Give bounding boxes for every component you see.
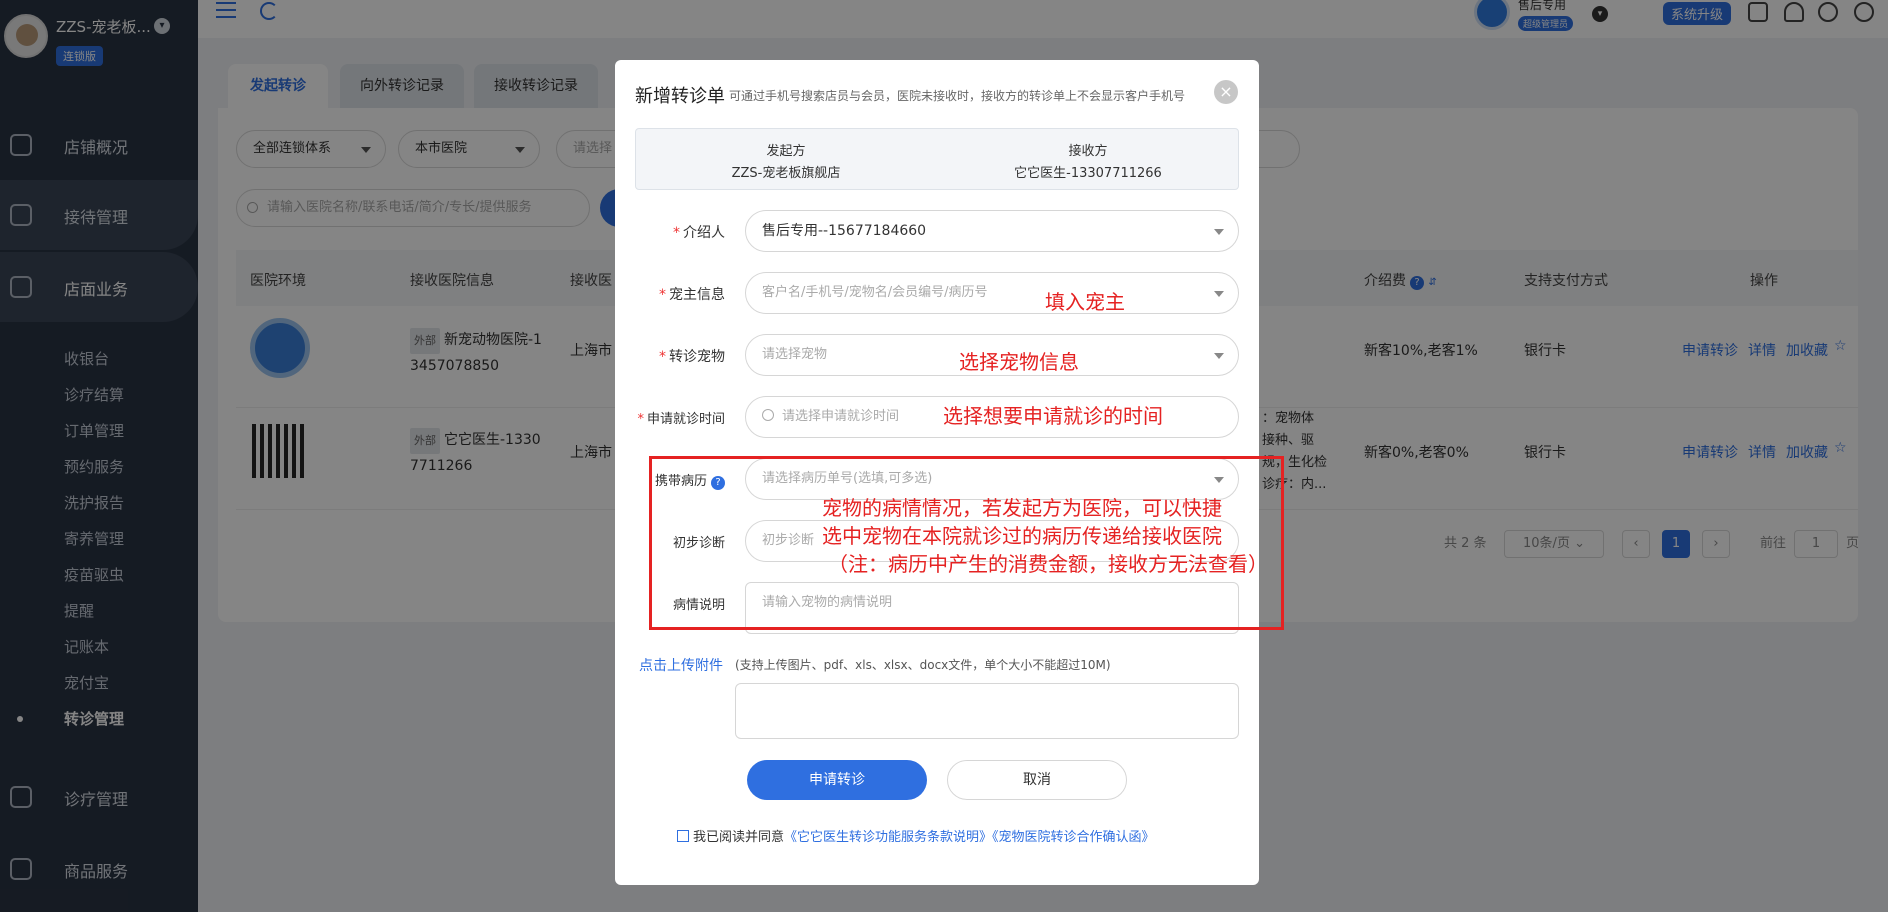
referrer-value: 售后专用--15677184660 <box>762 223 927 239</box>
annotation-line: 宠物的病情情况，若发起方为医院，可以快捷 <box>822 496 1222 520</box>
initiator-value: ZZS-宠老板旗舰店 <box>731 166 841 181</box>
upload-hint: (支持上传图片、pdf、xls、xlsx、docx文件，单个大小不能超过10M) <box>735 658 1111 672</box>
annotation-records: 宠物的病情情况，若发起方为医院，可以快捷 选中宠物在本院就诊过的病历传递给接收医… <box>822 494 1268 578</box>
modal-subtitle: 可通过手机号搜索店员与会员，医院未接收时，接收方的转诊单上不会显示客户手机号 <box>729 89 1186 103</box>
caret-down-icon <box>1214 353 1224 359</box>
owner-label: * 宠主信息 <box>659 287 725 303</box>
agreement-row: 我已阅读并同意《它它医生转诊功能服务条款说明》《宠物医院转诊合作确认函》 <box>677 826 1155 845</box>
annotation-time: 选择想要申请就诊的时间 <box>943 404 1163 428</box>
initiator: 发起方 ZZS-宠老板旗舰店 <box>636 141 936 185</box>
caret-down-icon <box>1214 291 1224 297</box>
annotation-line: （注：病历中产生的消费金额，接收方无法查看） <box>828 552 1268 576</box>
pet-label-text: 转诊宠物 <box>669 349 725 365</box>
annotation-pet: 选择宠物信息 <box>959 350 1079 374</box>
initiator-label: 发起方 <box>766 144 806 159</box>
receiver-label: 接收方 <box>1068 144 1108 159</box>
owner-select[interactable]: 客户名/手机号/宠物名/会员编号/病历号 <box>745 272 1239 314</box>
agreement-text: 我已阅读并同意 <box>693 830 785 845</box>
receiver: 接收方 它它医生-13307711266 <box>938 141 1238 185</box>
submit-referral-button[interactable]: 申请转诊 <box>747 760 927 800</box>
modal-title: 新增转诊单 <box>635 86 725 107</box>
receiver-value: 它它医生-13307711266 <box>1014 166 1162 181</box>
parties-box: 发起方 ZZS-宠老板旗舰店 接收方 它它医生-13307711266 <box>635 128 1239 190</box>
referrer-select[interactable]: 售后专用--15677184660 <box>745 210 1239 252</box>
cooperation-link[interactable]: 《宠物医院转诊合作确认函》 <box>992 830 1155 845</box>
annotation-line: 选中宠物在本院就诊过的病历传递给接收医院 <box>822 524 1222 548</box>
agreement-checkbox[interactable] <box>677 830 689 842</box>
time-label: * 申请就诊时间 <box>637 412 725 427</box>
time-label-text: 申请就诊时间 <box>646 412 725 427</box>
referrer-label: * 介绍人 <box>673 225 725 241</box>
terms-link[interactable]: 《它它医生转诊功能服务条款说明》 <box>784 830 992 845</box>
cancel-button[interactable]: 取消 <box>947 760 1127 800</box>
close-icon[interactable]: × <box>1214 80 1238 104</box>
pet-placeholder: 请选择宠物 <box>762 347 828 362</box>
owner-placeholder: 客户名/手机号/宠物名/会员编号/病历号 <box>762 285 988 300</box>
caret-down-icon <box>1214 229 1224 235</box>
referral-modal: 新增转诊单 可通过手机号搜索店员与会员，医院未接收时，接收方的转诊单上不会显示客… <box>615 60 1284 885</box>
pet-label: * 转诊宠物 <box>659 349 725 365</box>
clock-icon <box>762 409 774 421</box>
referrer-label-text: 介绍人 <box>683 225 725 241</box>
attachment-dropzone[interactable] <box>735 683 1239 739</box>
upload-attachment-link[interactable]: 点击上传附件 <box>639 655 723 675</box>
time-placeholder: 请选择申请就诊时间 <box>782 409 900 424</box>
owner-label-text: 宠主信息 <box>669 287 725 303</box>
annotation-owner: 填入宠主 <box>1045 290 1125 314</box>
